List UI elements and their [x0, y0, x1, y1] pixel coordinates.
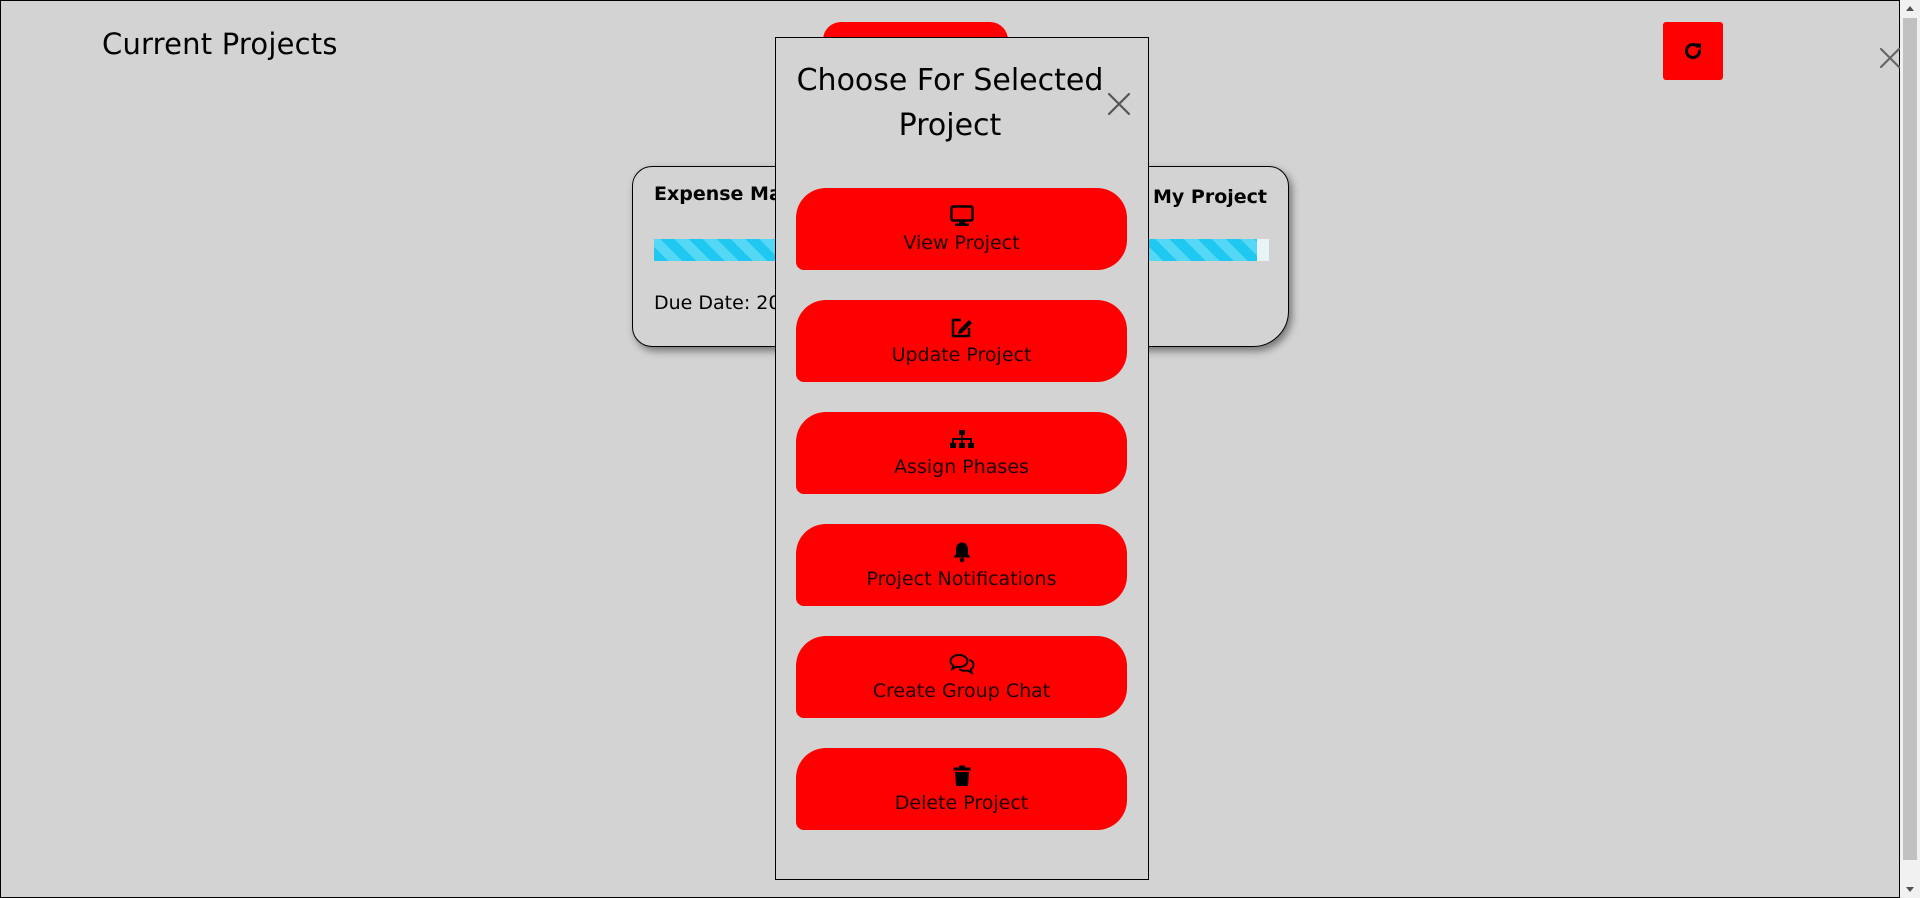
create-group-chat-button[interactable]: Create Group Chat: [796, 636, 1127, 718]
scrollbar[interactable]: [1900, 0, 1920, 898]
monitor-icon: [949, 205, 974, 226]
scrollbar-thumb[interactable]: [1903, 18, 1917, 860]
scroll-up-icon[interactable]: [1906, 6, 1914, 11]
refresh-button[interactable]: [1663, 22, 1723, 80]
due-date: Due Date: 202: [654, 292, 793, 314]
page-title: Current Projects: [102, 27, 338, 61]
delete-project-button[interactable]: Delete Project: [796, 748, 1127, 830]
refresh-icon: [1685, 43, 1701, 59]
create-group-chat-label: Create Group Chat: [872, 680, 1051, 702]
sitemap-icon: [949, 430, 974, 448]
edit-icon: [951, 318, 972, 338]
view-project-button[interactable]: View Project: [796, 188, 1127, 270]
delete-project-label: Delete Project: [894, 792, 1029, 814]
project-name-secondary: My Project: [1153, 186, 1267, 208]
project-options-modal: Choose For Selected Project View Project…: [775, 37, 1149, 880]
assign-phases-button[interactable]: Assign Phases: [796, 412, 1127, 494]
modal-title: Choose For Selected Project: [796, 63, 1104, 143]
page: Current Projects Expense Man My Project …: [0, 0, 1900, 898]
chat-icon: [949, 654, 974, 675]
scroll-down-icon[interactable]: [1906, 887, 1914, 892]
project-notifications-button[interactable]: Project Notifications: [796, 524, 1127, 606]
assign-phases-label: Assign Phases: [894, 456, 1029, 478]
close-icon[interactable]: [1105, 90, 1133, 118]
update-project-label: Update Project: [891, 344, 1032, 366]
bell-icon: [953, 542, 970, 563]
project-notifications-label: Project Notifications: [866, 568, 1057, 590]
view-project-label: View Project: [903, 232, 1020, 254]
trash-icon: [953, 765, 970, 786]
update-project-button[interactable]: Update Project: [796, 300, 1127, 382]
